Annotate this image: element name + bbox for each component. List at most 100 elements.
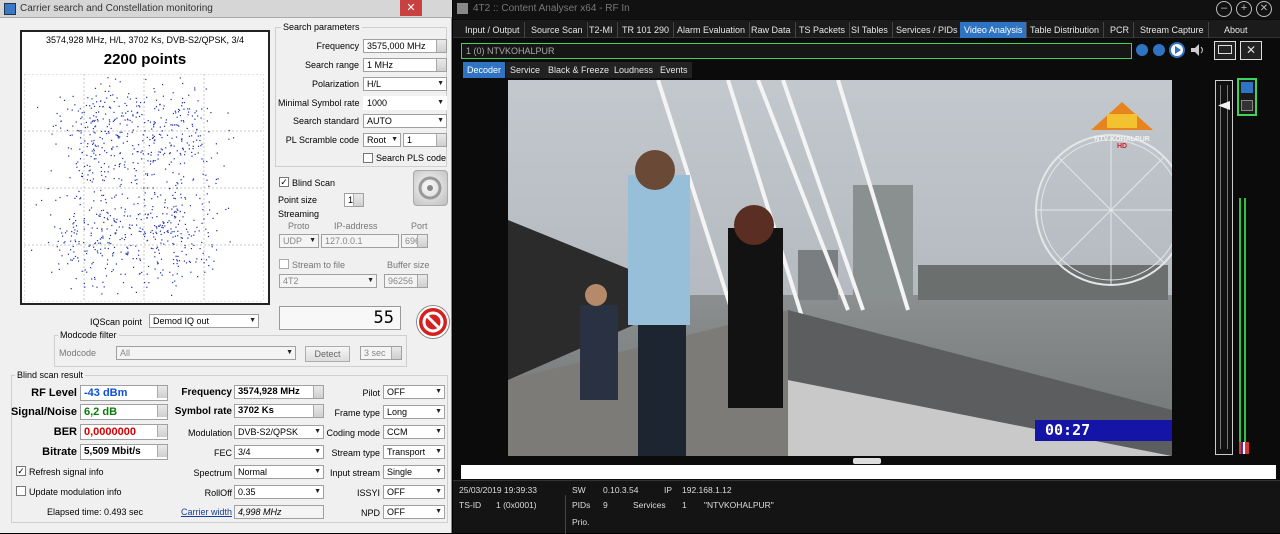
ip-address-input[interactable]: 127.0.0.1 bbox=[321, 234, 399, 248]
tab-services-pids[interactable]: Services / PIDs bbox=[892, 22, 963, 38]
speaker-icon[interactable] bbox=[1190, 43, 1206, 57]
tab-about[interactable]: About bbox=[1220, 22, 1252, 38]
counter-display: 55 bbox=[279, 306, 401, 330]
tab-stream-capture[interactable]: Stream Capture bbox=[1136, 22, 1209, 38]
subtab-events[interactable]: Events bbox=[656, 62, 692, 78]
tab-tr101290[interactable]: TR 101 290 bbox=[618, 22, 675, 38]
result-frequency-label: Frequency bbox=[181, 387, 232, 398]
tools-icon[interactable]: ✕ bbox=[1240, 41, 1262, 60]
input-stream-select[interactable]: Single bbox=[383, 465, 445, 479]
volume-track bbox=[1220, 85, 1228, 449]
tab-table-distribution[interactable]: Table Distribution bbox=[1026, 22, 1105, 38]
datetime: 25/03/2019 19:39:33 bbox=[459, 485, 537, 495]
search-pls-checkbox[interactable] bbox=[363, 153, 373, 163]
proto-select[interactable]: UDP bbox=[279, 234, 319, 248]
subtab-loudness[interactable]: Loudness bbox=[610, 62, 658, 78]
volume-slider[interactable] bbox=[1215, 80, 1233, 455]
stream-info-panel: 25/03/2019 19:39:33 SW 0.10.3.54 IP 192.… bbox=[453, 480, 1280, 534]
rolloff-select[interactable]: 0.35 bbox=[234, 485, 324, 499]
app-icon bbox=[457, 3, 468, 14]
screen-icon[interactable] bbox=[1241, 100, 1253, 111]
polarization-select[interactable]: H/L bbox=[363, 77, 447, 91]
info-divider bbox=[565, 495, 566, 534]
next-service-icon[interactable] bbox=[1153, 44, 1165, 56]
snapshot-icon[interactable] bbox=[1241, 82, 1253, 93]
channel-logo-text: NTV KOHALPUR bbox=[1094, 136, 1150, 143]
update-modulation-checkbox[interactable] bbox=[16, 486, 26, 496]
subtab-decoder[interactable]: Decoder bbox=[463, 62, 506, 78]
tab-ts-packets[interactable]: TS Packets bbox=[795, 22, 851, 38]
tab-si-tables[interactable]: SI Tables bbox=[847, 22, 893, 38]
close-icon[interactable]: ✕ bbox=[400, 0, 422, 16]
points-count: 2200 points bbox=[103, 51, 187, 68]
monitor-view-icon[interactable] bbox=[1214, 41, 1236, 60]
tab-input-output[interactable]: Input / Output bbox=[461, 22, 525, 38]
modulation-label: Modulation bbox=[187, 428, 232, 438]
start-scan-button[interactable] bbox=[413, 170, 448, 206]
stream-to-file-checkbox[interactable] bbox=[279, 259, 289, 269]
tab-source-scan[interactable]: Source Scan bbox=[527, 22, 588, 38]
maximize-icon[interactable]: + bbox=[1236, 1, 1252, 17]
ber-label: BER bbox=[53, 426, 77, 438]
symbol-rate-label: Symbol rate bbox=[174, 406, 232, 417]
modulation-select[interactable]: DVB-S2/QPSK bbox=[234, 425, 324, 439]
ber-value: 0,0000000 bbox=[80, 424, 168, 440]
constellation-window: Carrier search and Constellation monitor… bbox=[0, 0, 452, 533]
spectrum-select[interactable]: Normal bbox=[234, 465, 324, 479]
subtab-black-freeze[interactable]: Black & Freeze bbox=[544, 62, 614, 78]
stop-button[interactable] bbox=[417, 306, 449, 338]
tab-t2mi[interactable]: T2-MI bbox=[585, 22, 618, 38]
audio-meter-toggle[interactable] bbox=[1237, 78, 1257, 116]
tab-alarm-evaluation[interactable]: Alarm Evaluation bbox=[673, 22, 751, 38]
constellation-header: 3574,928 MHz, H/L, 3702 Ks, DVB-S2/QPSK,… bbox=[45, 35, 245, 45]
services-label: Services bbox=[633, 500, 666, 510]
port-input[interactable]: 6969 bbox=[401, 234, 428, 248]
tab-pcr[interactable]: PCR bbox=[1106, 22, 1135, 38]
rf-level-value: -43 dBm bbox=[80, 385, 168, 401]
search-pls-label: Search PLS code bbox=[376, 153, 447, 163]
point-size-input[interactable]: 1 bbox=[344, 193, 364, 207]
stream-type-select[interactable]: Transport bbox=[383, 445, 445, 459]
minimize-icon[interactable]: – bbox=[1216, 1, 1232, 17]
fec-select[interactable]: 3/4 bbox=[234, 445, 324, 459]
update-modulation-label: Update modulation info bbox=[29, 487, 122, 497]
blind-scan-checkbox[interactable]: ✓ bbox=[279, 177, 289, 187]
tab-video-analysis[interactable]: Video Analysis bbox=[960, 22, 1028, 38]
buffer-size-input[interactable]: 96256 bbox=[384, 274, 428, 288]
spectrum-label: Spectrum bbox=[193, 468, 232, 478]
splitter-handle[interactable] bbox=[853, 458, 881, 464]
pl-scramble-mode-select[interactable]: Root bbox=[363, 133, 401, 147]
carrier-width-link[interactable]: Carrier width bbox=[168, 507, 232, 517]
detect-button[interactable]: Detect bbox=[305, 346, 350, 362]
service-selector[interactable]: 1 (0) NTVKOHALPUR bbox=[461, 43, 1132, 59]
subtab-service[interactable]: Service bbox=[506, 62, 545, 78]
status-bar bbox=[461, 465, 1276, 479]
coding-mode-select[interactable]: CCM bbox=[383, 425, 445, 439]
prev-service-icon[interactable] bbox=[1136, 44, 1148, 56]
iqscan-point-select[interactable]: Demod IQ out bbox=[149, 314, 259, 328]
issyi-select[interactable]: OFF bbox=[383, 485, 445, 499]
modcode-select[interactable]: All bbox=[116, 346, 296, 360]
stream-file-select[interactable]: 4T2 bbox=[279, 274, 377, 288]
pilot-select[interactable]: OFF bbox=[383, 385, 445, 399]
refresh-signal-label: Refresh signal info bbox=[29, 467, 104, 477]
constellation-plot bbox=[24, 74, 264, 302]
npd-select[interactable]: OFF bbox=[383, 505, 445, 519]
modcode-label: Modcode bbox=[59, 348, 97, 358]
close-icon[interactable]: ✕ bbox=[1256, 1, 1272, 17]
bitrate-label: Bitrate bbox=[42, 446, 77, 458]
pl-scramble-label: PL Scramble code bbox=[285, 135, 359, 145]
search-standard-select[interactable]: AUTO bbox=[363, 114, 447, 128]
services-value: 1 bbox=[682, 500, 687, 510]
refresh-signal-checkbox[interactable]: ✓ bbox=[16, 466, 26, 476]
play-icon[interactable] bbox=[1169, 42, 1185, 58]
blind-scan-label: Blind Scan bbox=[292, 178, 336, 188]
frequency-input[interactable]: 3575,000 MHz bbox=[363, 39, 447, 53]
frame-type-select[interactable]: Long bbox=[383, 405, 445, 419]
npd-label: NPD bbox=[360, 508, 380, 518]
min-symbol-rate-select[interactable]: 1000 bbox=[363, 96, 447, 110]
tab-raw-data[interactable]: Raw Data bbox=[747, 22, 796, 38]
pl-scramble-input[interactable]: 1 bbox=[403, 133, 447, 147]
search-range-input[interactable]: 1 MHz bbox=[363, 58, 447, 72]
detect-interval-input[interactable]: 3 sec bbox=[360, 346, 402, 360]
